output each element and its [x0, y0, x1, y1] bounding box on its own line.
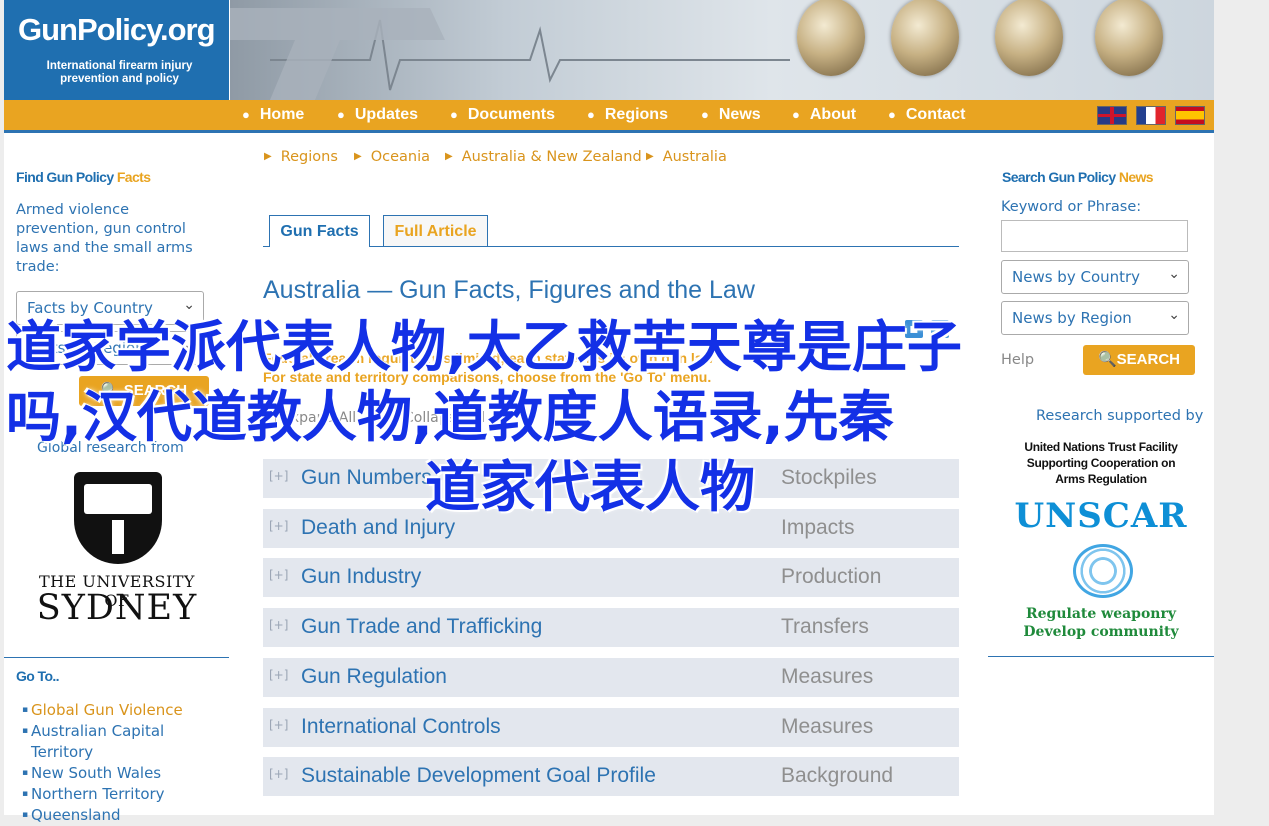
global-research-label: Global research from — [37, 440, 184, 456]
share-icon[interactable]: ▪ — [905, 320, 923, 338]
nav-documents[interactable]: ● Documents — [450, 106, 555, 124]
globe-image-2 — [891, 0, 959, 76]
un-emblem-icon — [1073, 544, 1133, 598]
tab-gun-facts[interactable]: Gun Facts — [269, 215, 370, 247]
expand-icon: [+] — [269, 618, 289, 632]
news-by-country-select[interactable]: News by Country ⌄ — [1001, 260, 1189, 294]
nav-news[interactable]: ● News — [701, 106, 761, 124]
left-description: Armed violence prevention, gun control l… — [16, 202, 193, 275]
comparison-note: For state and territory comparisons, cho… — [263, 369, 712, 385]
unscar-tagline-1: Regulate weaponry — [1026, 606, 1176, 622]
globe-image-4 — [1095, 0, 1163, 76]
spain-flag-icon[interactable] — [1175, 106, 1205, 125]
unscar-line-1: United Nations Trust Facility — [1024, 440, 1178, 454]
magnifier-icon: 🔍 — [1097, 351, 1117, 368]
help-link[interactable]: Help — [1001, 352, 1034, 368]
unscar-line-2: Supporting Cooperation on — [1026, 456, 1176, 470]
expand-icon: [+] — [269, 519, 289, 533]
nav-contact[interactable]: ● Contact — [888, 106, 965, 124]
right-search-button[interactable]: 🔍SEARCH — [1083, 345, 1195, 375]
pistol-ecg-graphic — [230, 8, 790, 100]
goto-item[interactable]: Northern Territory — [22, 784, 211, 805]
site-logo[interactable]: GunPolicy.org International firearm inju… — [4, 0, 229, 100]
chevron-down-icon: ⌄ — [183, 337, 195, 353]
tab-full-article[interactable]: Full Article — [383, 215, 488, 246]
expand-icon: [+] — [269, 767, 289, 781]
section-row[interactable]: [+] Death and Injury Impacts — [263, 509, 959, 549]
keyword-input[interactable] — [1001, 220, 1188, 252]
keyword-label: Keyword or Phrase: — [1001, 199, 1142, 215]
breadcrumb-regions[interactable]: ▶ Regions — [264, 149, 338, 165]
main-nav: ● Home ● Updates ● Documents ● Regions ● News… — [4, 100, 1214, 133]
unscar-logo[interactable]: United Nations Trust Facility Supporting… — [1003, 440, 1199, 640]
chevron-down-icon: ⌄ — [1168, 307, 1180, 323]
goto-title: Go To.. — [16, 668, 60, 684]
nav-home[interactable]: ● Home — [242, 106, 304, 124]
goto-item[interactable]: New South Wales — [22, 763, 211, 784]
right-panel-title: Search Gun Policy News — [1002, 169, 1154, 185]
france-flag-icon[interactable] — [1136, 106, 1166, 125]
crest-icon — [74, 472, 162, 564]
unscar-tagline-2: Develop community — [1023, 624, 1179, 640]
university-of-sydney-logo[interactable]: THE UNIVERSITY OF SYDNEY — [24, 458, 210, 638]
globe-image-1 — [797, 0, 865, 76]
facts-by-country-select[interactable]: Facts by Country ⌄ — [16, 291, 204, 325]
goto-item[interactable]: Australian Capital Territory — [22, 721, 211, 763]
section-row[interactable]: [+] Sustainable Development Goal Profile B… — [263, 757, 959, 797]
section-row[interactable]: [+] International Controls Measures — [263, 708, 959, 748]
page-title: Australia — Gun Facts, Figures and the L… — [263, 276, 755, 304]
chevron-down-icon: ⌄ — [183, 297, 195, 313]
add-icon[interactable]: + — [931, 320, 949, 338]
expand-icon: [+] — [269, 469, 289, 483]
right-divider — [988, 656, 1214, 657]
magnifier-icon: 🔍 — [100, 382, 120, 399]
header-banner — [230, 0, 1214, 100]
breadcrumb-oceania[interactable]: ▶ Oceania — [354, 149, 430, 165]
sydney-logo-name: SYDNEY — [36, 588, 198, 628]
logo-title: GunPolicy.org — [18, 12, 216, 47]
goto-list: Global Gun Violence Australian Capital T… — [22, 700, 211, 826]
section-row[interactable]: [+] Gun Trade and Trafficking Transfers — [263, 608, 959, 648]
goto-item[interactable]: Queensland — [22, 805, 211, 826]
supported-by-label: Research supported by — [1036, 408, 1204, 424]
goto-item[interactable]: Global Gun Violence — [22, 700, 211, 721]
federal-note: Federal firearm regulation is limited; e… — [263, 350, 714, 366]
section-row[interactable]: [+] Gun Industry Production — [263, 558, 959, 598]
nav-about[interactable]: ● About — [792, 106, 856, 124]
chevron-down-icon: ⌄ — [1168, 266, 1180, 282]
facts-by-region-select[interactable]: Facts by Region ⌄ — [16, 331, 204, 365]
nav-updates[interactable]: ● Updates — [337, 106, 418, 124]
expand-icon: [+] — [269, 718, 289, 732]
section-row[interactable]: [+] Gun Numbers Stockpiles — [263, 459, 959, 499]
left-panel-title: Find Gun Policy Facts — [16, 169, 151, 185]
news-by-region-select[interactable]: News by Region ⌄ — [1001, 301, 1189, 335]
expand-icon: [+] — [269, 668, 289, 682]
collapse-all-button[interactable]: Collapse All — [386, 410, 485, 426]
uk-flag-icon[interactable] — [1097, 106, 1127, 125]
unscar-wordmark: UNSCAR — [1014, 496, 1188, 536]
globe-image-3 — [995, 0, 1063, 76]
section-row[interactable]: [+] Gun Regulation Measures — [263, 658, 959, 698]
unscar-line-3: Arms Regulation — [1055, 472, 1147, 486]
logo-subtitle: International firearm injury prevention … — [46, 60, 193, 85]
breadcrumb-australia[interactable]: ▶ Australia — [646, 149, 727, 165]
expand-icon: [+] — [269, 568, 289, 582]
left-divider — [4, 657, 229, 658]
left-search-button[interactable]: 🔍 SEARCH — [79, 376, 209, 406]
breadcrumb-australia-nz[interactable]: ▶ Australia & New Zealand — [445, 149, 642, 165]
expand-all-button[interactable]: Expand All — [264, 410, 356, 426]
nav-regions[interactable]: ● Regions — [587, 106, 668, 124]
